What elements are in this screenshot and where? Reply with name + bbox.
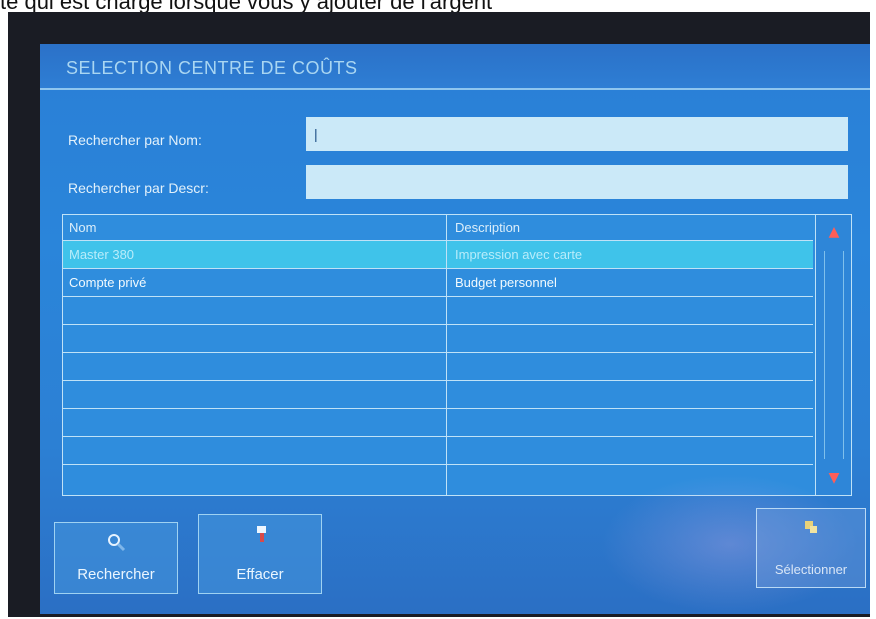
cell-description: Impression avec carte <box>455 247 583 262</box>
column-header-nom[interactable]: Nom <box>69 220 96 235</box>
cell-description: Budget personnel <box>455 275 557 290</box>
table-row[interactable] <box>63 381 813 409</box>
clear-button[interactable]: Effacer <box>198 514 322 594</box>
column-divider <box>446 215 447 495</box>
cell-nom: Master 380 <box>69 247 135 262</box>
dialog-title-bar: SELECTION CENTRE DE COÛTS <box>40 44 870 90</box>
select-button[interactable]: Sélectionner <box>756 508 866 588</box>
list-header: Nom Description <box>63 215 813 241</box>
table-row[interactable]: Master 380 Impression avec carte <box>63 241 813 269</box>
search-name-input[interactable] <box>306 117 848 151</box>
select-button-label: Sélectionner <box>774 562 848 577</box>
search-name-label: Rechercher par Nom: <box>68 132 202 148</box>
clear-button-label: Effacer <box>236 566 284 583</box>
table-row[interactable] <box>63 325 813 353</box>
table-row[interactable] <box>63 353 813 381</box>
eraser-icon <box>199 523 321 547</box>
magnifier-icon <box>55 531 177 555</box>
table-row[interactable] <box>63 297 813 325</box>
dialog-title: SELECTION CENTRE DE COÛTS <box>66 58 358 78</box>
search-descr-label: Rechercher par Descr: <box>68 180 209 196</box>
select-icon <box>757 517 865 541</box>
table-row[interactable]: Compte privé Budget personnel <box>63 269 813 297</box>
cell-nom: Compte privé <box>69 275 147 290</box>
scroll-up-icon[interactable]: ▲ <box>816 215 852 249</box>
scroll-track[interactable] <box>824 251 844 459</box>
search-button-label: Rechercher <box>77 566 155 583</box>
cost-center-list: Nom Description Master 380 Impression av… <box>62 214 852 496</box>
list-scrollbar[interactable]: ▲ ▼ <box>815 215 851 495</box>
search-descr-input[interactable] <box>306 165 848 199</box>
touch-screen: SELECTION CENTRE DE COÛTS Rechercher par… <box>40 44 870 614</box>
table-row[interactable] <box>63 409 813 437</box>
column-header-description[interactable]: Description <box>455 220 520 235</box>
search-button[interactable]: Rechercher <box>54 522 178 594</box>
table-row[interactable] <box>63 437 813 465</box>
